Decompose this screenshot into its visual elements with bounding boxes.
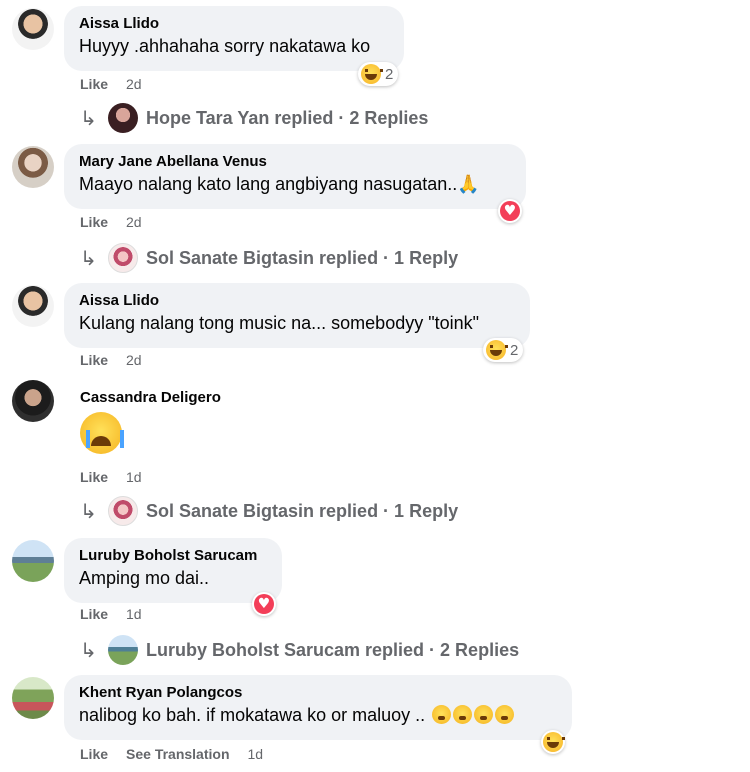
replier-avatar xyxy=(108,103,138,133)
flushed-emoji xyxy=(495,705,515,724)
crying-emoji xyxy=(80,412,124,454)
comment-text: Kulang nalang tong music na... somebodyy… xyxy=(79,313,480,333)
view-replies[interactable]: ↳ Hope Tara Yan replied · 2 Replies xyxy=(80,103,428,133)
comment-text: nalibog ko bah. if mokatawa ko or maluoy… xyxy=(79,703,558,727)
reaction-summary[interactable]: 2 xyxy=(483,338,524,362)
replies-link[interactable]: Sol Sanate Bigtasin replied · 1 Reply xyxy=(146,248,458,269)
avatar[interactable] xyxy=(12,677,54,719)
comment: Cassandra Deligero Like 1d ↳ Sol Sanate … xyxy=(0,380,750,526)
replies-link[interactable]: Hope Tara Yan replied · 2 Replies xyxy=(146,108,428,129)
view-replies[interactable]: ↳ Sol Sanate Bigtasin replied · 1 Reply xyxy=(80,496,458,526)
timestamp[interactable]: 1d xyxy=(126,606,142,622)
like-button[interactable]: Like xyxy=(80,606,108,622)
timestamp[interactable]: 2d xyxy=(126,352,142,368)
reaction-count: 2 xyxy=(510,341,519,359)
flushed-emoji xyxy=(453,705,473,724)
comment-bubble: Khent Ryan Polangcos nalibog ko bah. if … xyxy=(64,675,572,740)
like-button[interactable]: Like xyxy=(80,352,108,368)
reaction-count: 2 xyxy=(385,65,394,83)
comment-bubble: Aissa Llido Kulang nalang tong music na.… xyxy=(64,283,530,348)
reaction-summary[interactable] xyxy=(541,730,565,754)
reply-arrow-icon: ↳ xyxy=(80,106,97,130)
comment-bubble: Mary Jane Abellana Venus Maayo nalang ka… xyxy=(64,144,526,209)
comment-text: Maayo nalang kato lang angbiyang nasugat… xyxy=(79,174,480,194)
comment-text: Huyyy .ahhahaha sorry nakatawa ko xyxy=(79,36,371,56)
like-button[interactable]: Like xyxy=(80,76,108,92)
comment-actions: Like 1d xyxy=(80,469,142,485)
replier-avatar xyxy=(108,243,138,273)
timestamp[interactable]: 1d xyxy=(126,469,142,485)
flushed-emoji xyxy=(432,705,452,724)
comment-bubble: Aissa Llido Huyyy .ahhahaha sorry nakata… xyxy=(64,6,404,71)
commenter-name[interactable]: Luruby Boholst Sarucam xyxy=(79,546,268,566)
comment-bubble: Luruby Boholst Sarucam Amping mo dai.. xyxy=(64,538,282,603)
replier-avatar xyxy=(108,635,138,665)
reply-arrow-icon: ↳ xyxy=(80,499,97,523)
reply-arrow-icon: ↳ xyxy=(80,246,97,270)
avatar[interactable] xyxy=(12,146,54,188)
like-button[interactable]: Like xyxy=(80,469,108,485)
commenter-name[interactable]: Aissa Llido xyxy=(79,14,390,34)
avatar[interactable] xyxy=(12,285,54,327)
comment-actions: Like 2d xyxy=(80,352,142,368)
timestamp[interactable]: 1d xyxy=(248,746,264,762)
commenter-name[interactable]: Aissa Llido xyxy=(79,291,516,311)
reply-arrow-icon: ↳ xyxy=(80,638,97,662)
see-translation-link[interactable]: See Translation xyxy=(126,746,229,762)
avatar[interactable] xyxy=(12,540,54,582)
replier-avatar xyxy=(108,496,138,526)
timestamp[interactable]: 2d xyxy=(126,76,142,92)
haha-reaction-icon xyxy=(486,340,508,360)
view-replies[interactable]: ↳ Sol Sanate Bigtasin replied · 1 Reply xyxy=(80,243,458,273)
comment-actions: Like See Translation 1d xyxy=(80,746,263,762)
love-reaction-icon xyxy=(254,594,274,614)
avatar[interactable] xyxy=(12,380,54,422)
haha-reaction-icon xyxy=(543,732,565,752)
view-replies[interactable]: ↳ Luruby Boholst Sarucam replied · 2 Rep… xyxy=(80,635,519,665)
avatar[interactable] xyxy=(12,8,54,50)
like-button[interactable]: Like xyxy=(80,214,108,230)
comment-text-body: nalibog ko bah. if mokatawa ko or maluoy… xyxy=(79,705,426,725)
haha-reaction-icon xyxy=(361,64,383,84)
comment-actions: Like 2d xyxy=(80,76,142,92)
commenter-name[interactable]: Khent Ryan Polangcos xyxy=(79,683,558,703)
replies-link[interactable]: Sol Sanate Bigtasin replied · 1 Reply xyxy=(146,501,458,522)
love-reaction-icon xyxy=(500,201,520,221)
comment-actions: Like 1d xyxy=(80,606,142,622)
reaction-summary[interactable] xyxy=(498,199,522,223)
like-button[interactable]: Like xyxy=(80,746,108,762)
reaction-summary[interactable] xyxy=(252,592,276,616)
commenter-name[interactable]: Cassandra Deligero xyxy=(80,388,221,408)
comment-actions: Like 2d xyxy=(80,214,142,230)
comment-text: Amping mo dai.. xyxy=(79,568,210,588)
reaction-summary[interactable]: 2 xyxy=(358,62,399,86)
flushed-emoji xyxy=(474,705,494,724)
replies-link[interactable]: Luruby Boholst Sarucam replied · 2 Repli… xyxy=(146,640,519,661)
timestamp[interactable]: 2d xyxy=(126,214,142,230)
commenter-name[interactable]: Mary Jane Abellana Venus xyxy=(79,152,512,172)
